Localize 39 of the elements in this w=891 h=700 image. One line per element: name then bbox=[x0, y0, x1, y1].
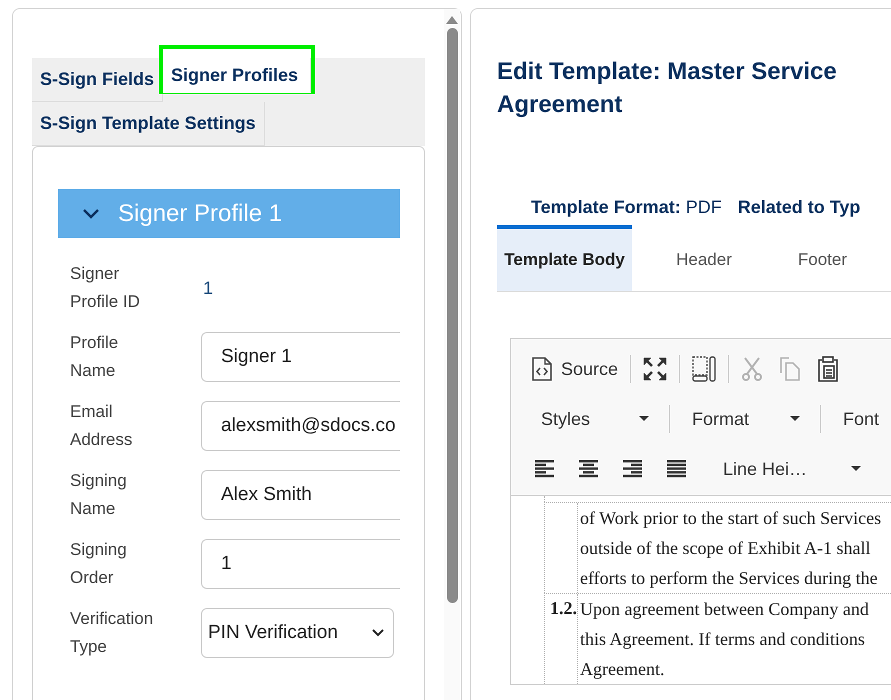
toolbar-dropdown[interactable]: Styles bbox=[527, 408, 662, 430]
field-label: Signer Profile ID bbox=[70, 263, 141, 313]
scrollbar[interactable] bbox=[444, 9, 460, 700]
tab[interactable]: Header bbox=[654, 225, 754, 291]
tab[interactable]: Signer Profiles bbox=[163, 58, 312, 93]
chevron-down-icon bbox=[371, 628, 385, 638]
field-label: Signing Order bbox=[70, 539, 128, 589]
input-field[interactable]: alexsmith@sdocs.co bbox=[201, 401, 400, 451]
input-field[interactable]: 1 bbox=[201, 539, 400, 589]
toolbar-dropdown[interactable]: Font bbox=[828, 408, 891, 430]
page-title: Edit Template: Master Service Agreement bbox=[497, 57, 838, 120]
caret-icon bbox=[790, 416, 800, 422]
document-text: outside of the scope of Exhibit A-1 shall bbox=[580, 537, 872, 560]
field-label: Signing Name bbox=[70, 470, 128, 520]
clause-number: 1.2. bbox=[550, 598, 577, 618]
tab[interactable]: Footer bbox=[776, 225, 869, 291]
line-height-dropdown[interactable]: Line Hei… bbox=[723, 458, 873, 480]
toolbar-dropdown[interactable]: Format bbox=[678, 408, 812, 430]
field-label: Email Address bbox=[70, 401, 134, 451]
tab[interactable]: Template Body bbox=[497, 225, 632, 291]
source-button[interactable]: Source bbox=[527, 355, 622, 383]
document-text: Agreement. bbox=[580, 658, 666, 681]
field-label: Profile Name bbox=[70, 332, 120, 382]
caret-icon bbox=[851, 466, 861, 472]
document-text: efforts to perform the Services during the bbox=[580, 567, 879, 590]
document-text: this Agreement. If terms and conditions bbox=[580, 628, 866, 651]
source-icon bbox=[531, 357, 553, 381]
input-field[interactable]: Signer 1 bbox=[201, 332, 400, 382]
tab[interactable]: S-Sign Template Settings bbox=[32, 102, 265, 146]
meta-label: Related to Typ bbox=[738, 197, 860, 219]
scroll-up-icon[interactable] bbox=[446, 16, 458, 24]
select-field[interactable]: PIN Verification bbox=[201, 608, 394, 658]
document-text: of Work prior to the start of such Services bbox=[580, 507, 882, 530]
document-text: Upon agreement between Company and bbox=[580, 598, 869, 621]
field-value: 1 bbox=[203, 278, 214, 298]
meta-text: Template Format: PDF bbox=[531, 197, 722, 219]
field-label: Verification Type bbox=[70, 608, 154, 658]
caret-icon bbox=[639, 416, 650, 422]
input-field[interactable]: Alex Smith bbox=[201, 470, 400, 520]
